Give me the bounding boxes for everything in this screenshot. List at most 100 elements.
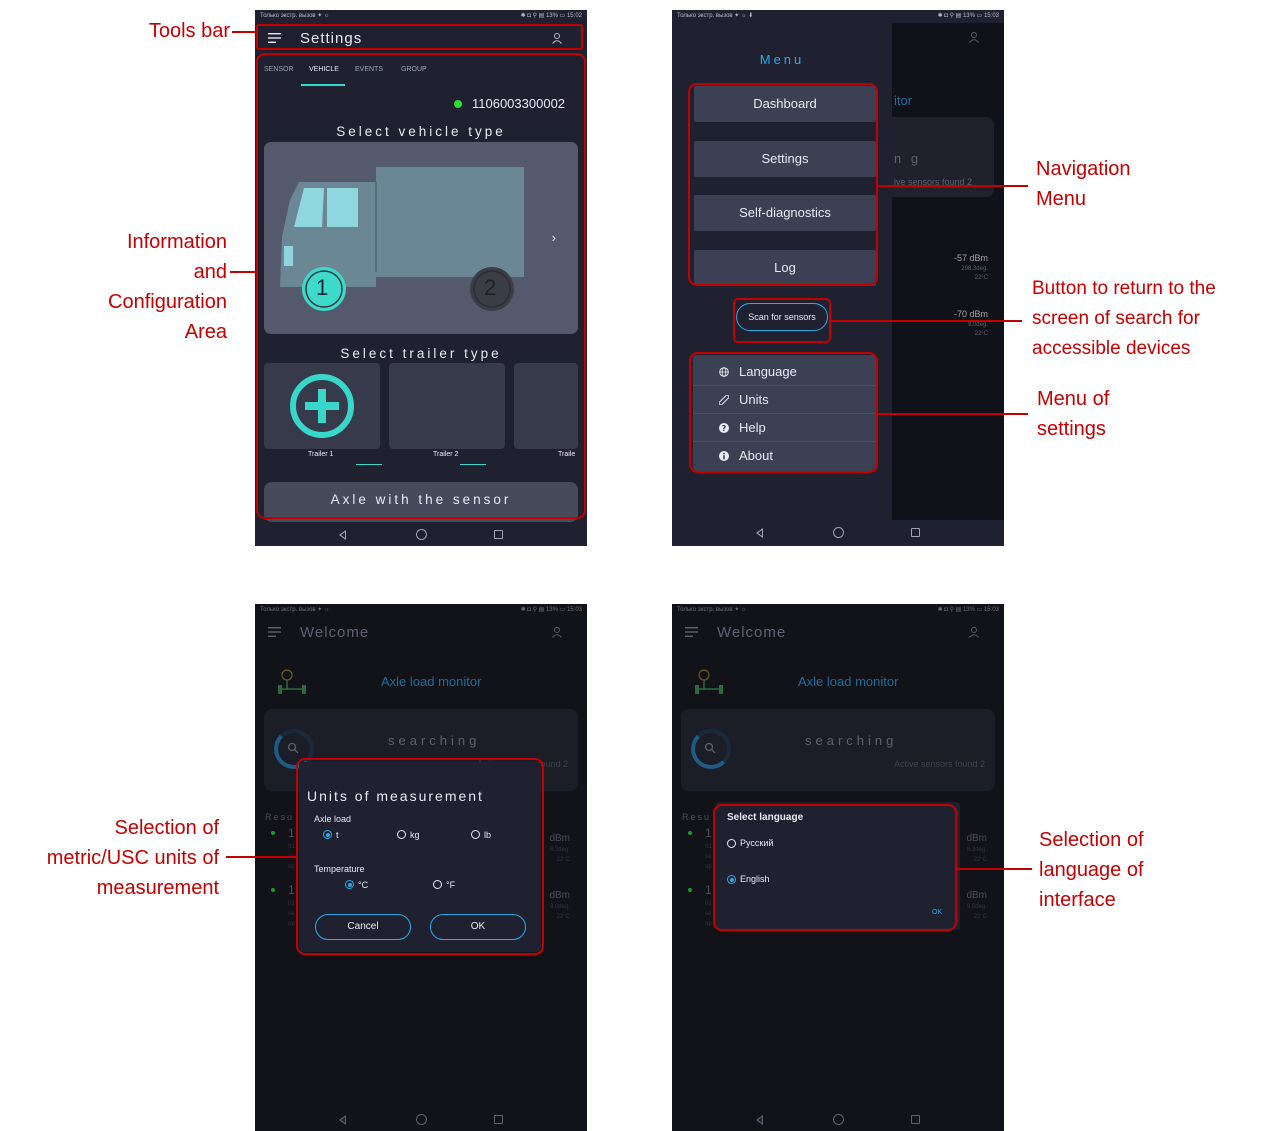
- annotation-line: measurement: [96, 877, 219, 899]
- language-dialog-highlight: [713, 804, 957, 931]
- annotation-line: and: [193, 261, 227, 283]
- system-nav-bar: [255, 524, 587, 546]
- sensor-dbm: dBm: [549, 833, 570, 844]
- sensor-detail-c: op: [288, 864, 295, 870]
- sensor-temp: 22°C: [973, 914, 987, 920]
- active-sensors-count: Active sensors found 2: [893, 759, 985, 769]
- sensor-deg: 8.3deg.: [549, 847, 570, 853]
- status-bar: Только экстр. вызов ✦ ☼ ✱ ◘ ⚲ ▤ 13% ▭ 15…: [255, 10, 587, 23]
- behind-temp-2: 22°C: [974, 331, 988, 337]
- info-area-highlight: [256, 53, 586, 519]
- behind-app-name: itor: [894, 93, 913, 108]
- status-bar: Только экстр. вызов ✦ ☼ ✱ ◘ ⚲ ▤ 13% ▭ 15…: [255, 604, 587, 617]
- hamburger-menu-icon: [685, 627, 698, 637]
- annotation-line: Menu: [1036, 188, 1087, 210]
- hamburger-menu-icon: [268, 627, 281, 637]
- behind-searching: n g: [894, 151, 922, 166]
- units-dialog-pointer: [226, 856, 296, 858]
- annotation-line: Area: [184, 321, 227, 343]
- recents-icon[interactable]: [494, 1115, 503, 1124]
- language-dialog-pointer: [957, 868, 1032, 870]
- home-icon[interactable]: [833, 1114, 844, 1125]
- navigation-menu-annotation: Navigation Menu: [1036, 154, 1236, 214]
- tools-bar-annotation: Tools bar: [148, 20, 230, 42]
- page-title: Welcome: [717, 624, 787, 641]
- annotation-line: Information: [126, 231, 227, 253]
- annotation-line: interface: [1039, 889, 1116, 911]
- sensor-detail-b: se: [288, 911, 295, 917]
- home-icon[interactable]: [833, 527, 844, 538]
- recents-icon[interactable]: [911, 1115, 920, 1124]
- annotation-line: Menu of: [1037, 388, 1110, 410]
- scan-button-pointer: [831, 320, 1022, 322]
- settings-menu-highlight: [689, 352, 878, 473]
- sensor-deg: 9.0deg.: [966, 904, 987, 910]
- units-annotation: Selection of metric/USC units of measure…: [4, 813, 219, 903]
- system-nav-bar: [255, 1109, 587, 1131]
- user-icon: [552, 627, 562, 638]
- status-bar: Только экстр. вызов ✦ ☼ ⬇ ✱ ◘ ⚲ ▤ 13% ▭ …: [672, 10, 1004, 23]
- sensor-detail-a: 01: [288, 901, 295, 907]
- sensor-number: 1: [288, 826, 295, 840]
- sensor-detail-a: 01: [288, 844, 295, 850]
- axle-logo-icon: [278, 669, 306, 694]
- language-annotation: Selection of language of interface: [1039, 825, 1239, 915]
- sensor-detail-c: op: [705, 921, 712, 927]
- annotation-line: language of: [1039, 859, 1144, 881]
- sensor-deg: 8.3deg.: [966, 847, 987, 853]
- dimmed-background: itor n g ive sensors found 2 -57 dBm 298…: [892, 23, 1004, 520]
- sensor-dbm: dBm: [966, 833, 987, 844]
- sensor-detail-a: 01: [705, 844, 712, 850]
- sensor-dbm: dBm: [549, 890, 570, 901]
- sensor-status-dot: [271, 888, 275, 892]
- status-left: Только экстр. вызов ✦ ☼: [260, 607, 330, 613]
- searching-label: searching: [805, 733, 898, 748]
- app-name: Axle load monitor: [381, 674, 482, 689]
- back-icon[interactable]: [339, 1115, 346, 1125]
- status-bar: Только экстр. вызов ✦ ☼ ✱ ◘ ⚲ ▤ 13% ▭ 15…: [672, 604, 1004, 617]
- status-right: ✱ ◘ ⚲ ▤ 13% ▭ 15:03: [520, 607, 582, 613]
- back-icon[interactable]: [756, 1115, 763, 1125]
- status-right: ✱ ◘ ⚲ ▤ 13% ▭ 15:03: [937, 607, 999, 613]
- back-icon[interactable]: [339, 530, 346, 540]
- results-label: Resu: [265, 812, 295, 822]
- search-icon: [287, 742, 299, 754]
- behind-dbm-1: -57 dBm: [953, 253, 988, 263]
- annotation-line: Selection of: [1039, 829, 1144, 851]
- navigation-menu-pointer: [878, 185, 1028, 187]
- annotation-line: Navigation: [1036, 158, 1131, 180]
- info-area-pointer: [230, 271, 256, 273]
- axle-logo-icon: [695, 669, 723, 694]
- sensor-number: 1: [705, 883, 712, 897]
- status-left: Только экстр. вызов ✦ ☼: [677, 607, 747, 613]
- info-area-annotation: Information and Configuration Area: [40, 227, 227, 347]
- user-icon: [969, 32, 979, 43]
- sensor-status-dot: [271, 831, 275, 835]
- search-icon: [704, 742, 716, 754]
- searching-label: searching: [388, 733, 481, 748]
- sensor-deg: 9.0deg.: [549, 904, 570, 910]
- recents-icon[interactable]: [494, 530, 503, 539]
- back-icon[interactable]: [756, 528, 763, 538]
- annotation-line: Button to return to the: [1032, 278, 1216, 299]
- sensor-status-dot: [688, 831, 692, 835]
- app-name: Axle load monitor: [798, 674, 899, 689]
- annotation-line: accessible devices: [1032, 338, 1191, 359]
- search-status-card: searching Active sensors found 2: [681, 709, 995, 791]
- user-icon: [969, 627, 979, 638]
- sensor-status-dot: [688, 888, 692, 892]
- tools-bar: Welcome: [255, 617, 587, 650]
- annotation-line: settings: [1037, 418, 1106, 440]
- tools-bar: Welcome: [672, 617, 1004, 650]
- behind-temp-1: 22°C: [974, 275, 988, 281]
- annotation-line: Selection of: [114, 817, 219, 839]
- sensor-dbm: dBm: [966, 890, 987, 901]
- sensor-detail-c: op: [705, 864, 712, 870]
- sensor-detail-b: se: [705, 911, 712, 917]
- recents-icon[interactable]: [911, 528, 920, 537]
- sensor-temp: 22°C: [556, 914, 570, 920]
- home-icon[interactable]: [416, 529, 427, 540]
- scan-button-highlight: [733, 298, 831, 343]
- annotation-line: metric/USC units of: [46, 847, 219, 869]
- home-icon[interactable]: [416, 1114, 427, 1125]
